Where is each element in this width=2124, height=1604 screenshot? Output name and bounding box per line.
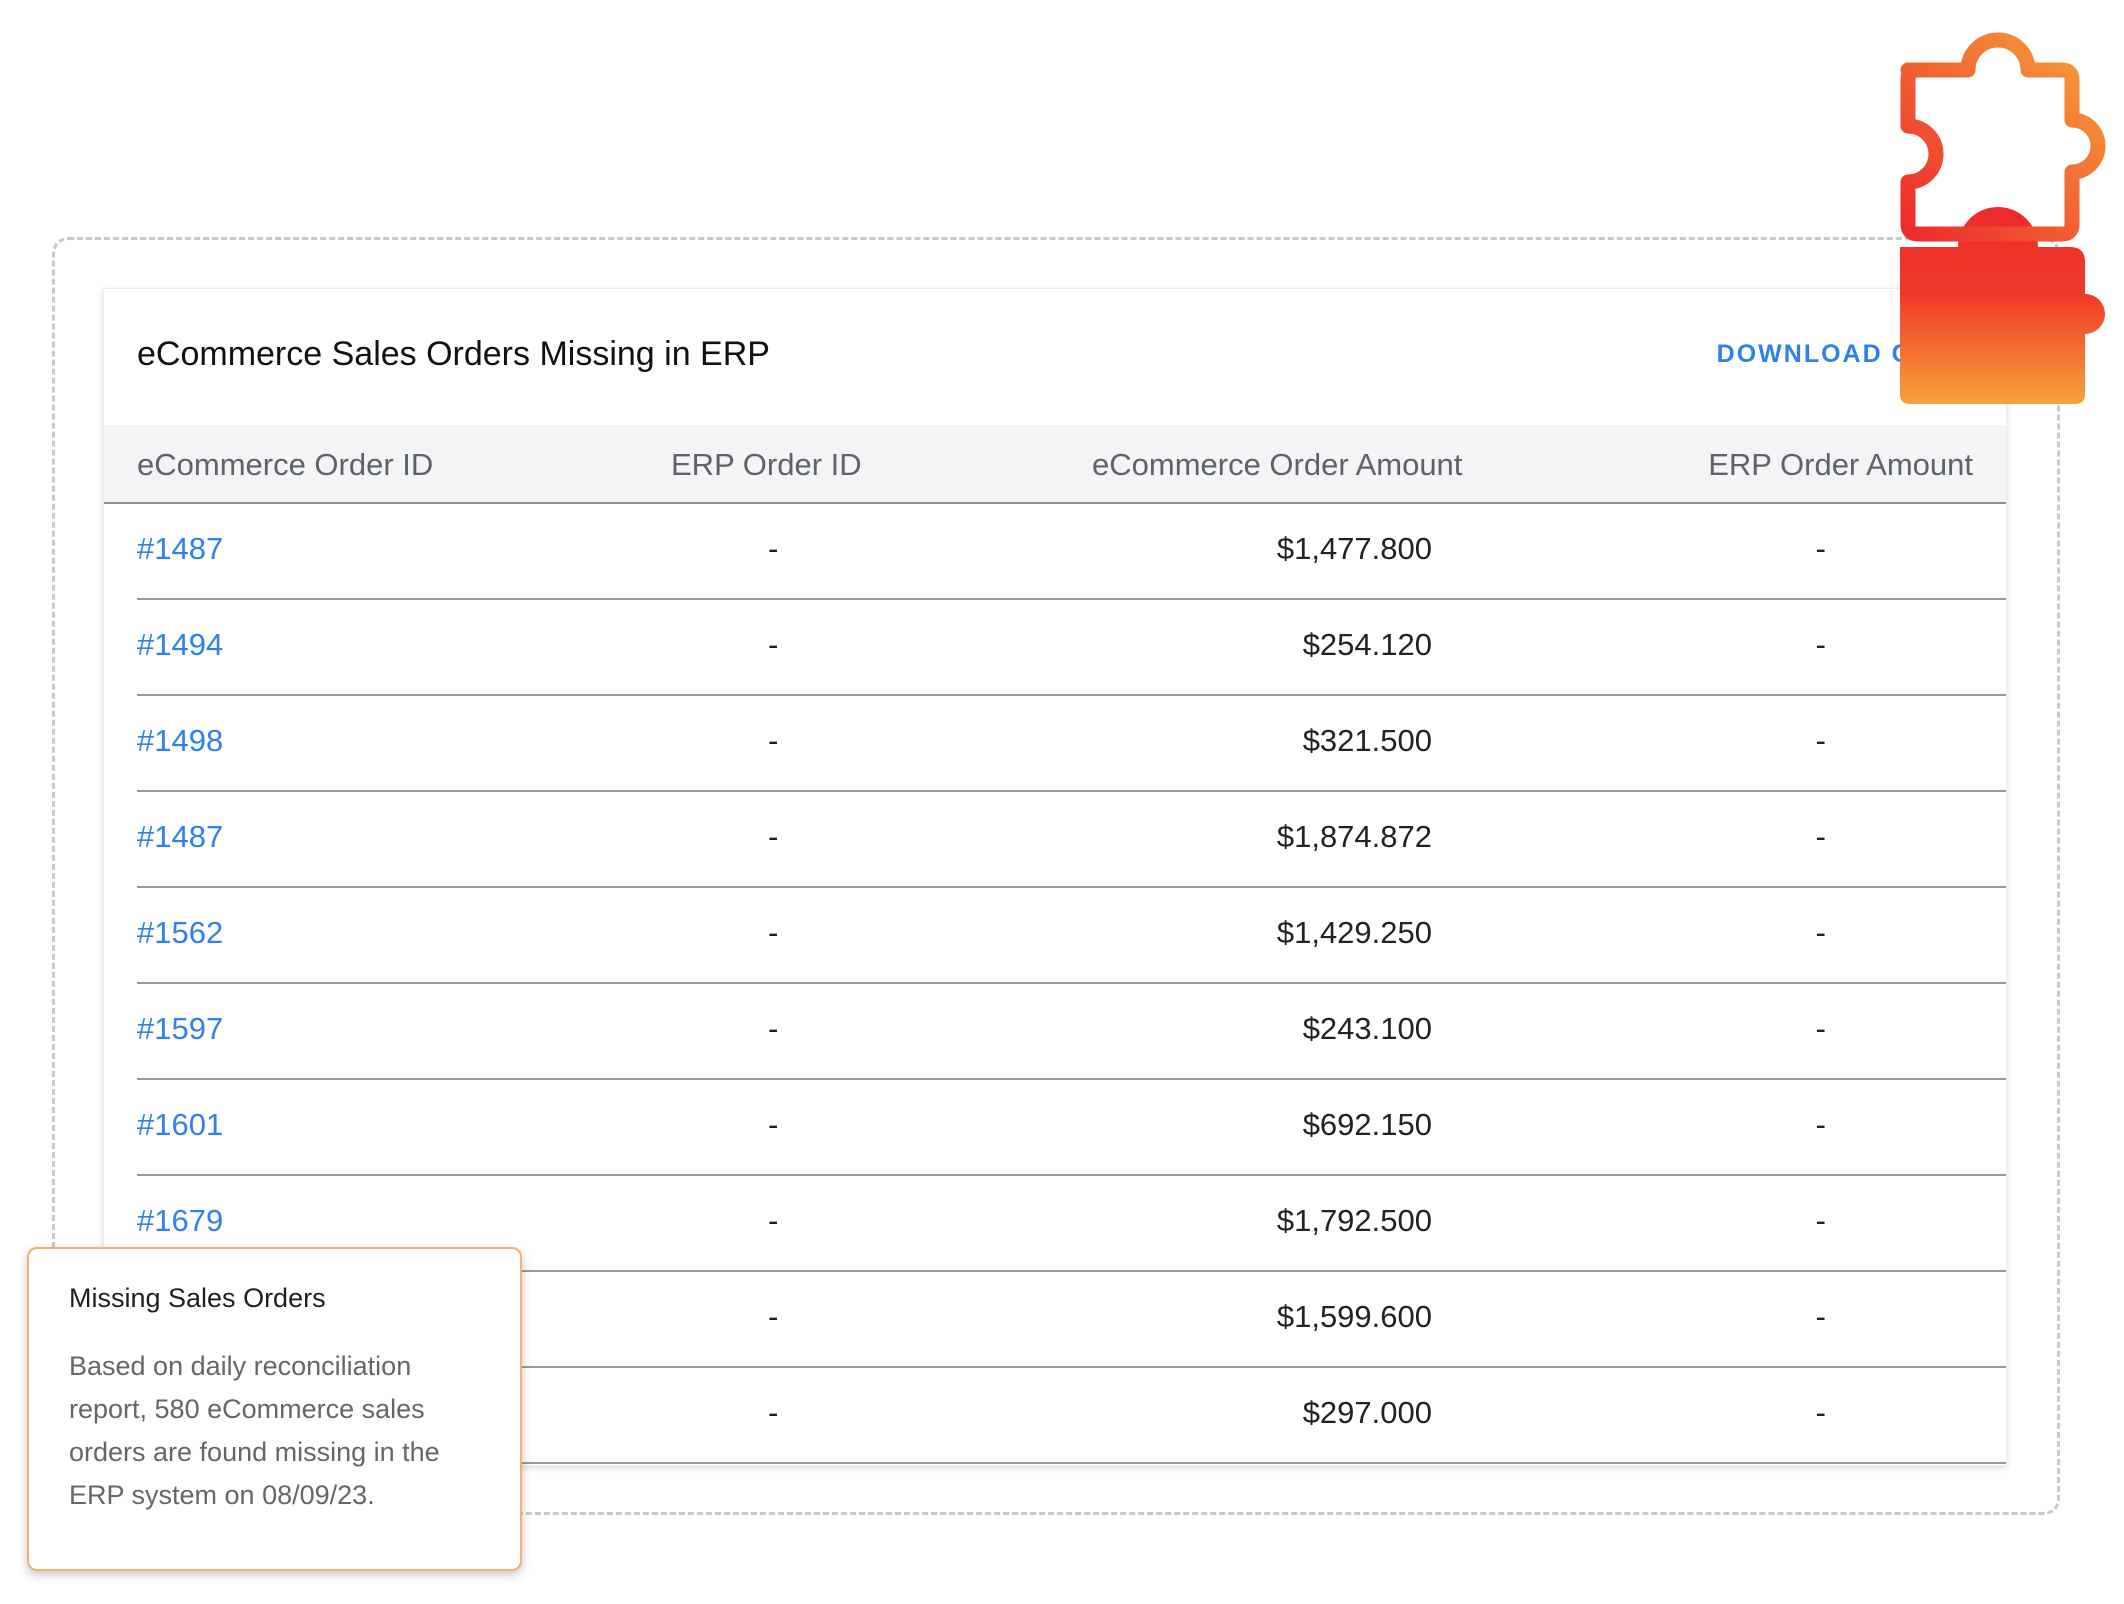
table-row[interactable]: #1487 - $1,874.872 -: [104, 792, 2006, 888]
table-row[interactable]: #1494 - $254.120 -: [104, 600, 2006, 696]
order-id-link[interactable]: #1487: [137, 531, 223, 567]
order-id-link[interactable]: #1597: [137, 1011, 223, 1047]
ecommerce-order-amount: $1,599.600: [1276, 1299, 1432, 1334]
ecommerce-order-amount: $243.100: [1302, 1011, 1432, 1046]
ecommerce-order-amount: $297.000: [1302, 1395, 1432, 1430]
missing-sales-orders-tooltip: Missing Sales Orders Based on daily reco…: [27, 1247, 522, 1571]
erp-order-id: -: [768, 819, 779, 854]
erp-order-id: -: [768, 627, 779, 662]
erp-order-amount: -: [1815, 627, 1826, 662]
order-id-link[interactable]: #1562: [137, 915, 223, 951]
erp-order-amount: -: [1815, 915, 1826, 950]
ecommerce-order-amount: $692.150: [1302, 1107, 1432, 1142]
puzzle-icon: [1880, 12, 2110, 408]
erp-order-amount: -: [1815, 723, 1826, 758]
table-row[interactable]: #1597 - $243.100 -: [104, 984, 2006, 1080]
erp-order-amount: -: [1815, 531, 1826, 566]
order-id-link[interactable]: #1601: [137, 1107, 223, 1143]
ecommerce-order-amount: $1,792.500: [1276, 1203, 1432, 1238]
erp-order-id: -: [768, 1011, 779, 1046]
ecommerce-order-amount: $1,874.872: [1276, 819, 1432, 854]
erp-order-id: -: [768, 915, 779, 950]
ecommerce-order-amount: $321.500: [1302, 723, 1432, 758]
ecommerce-order-amount: $1,429.250: [1276, 915, 1432, 950]
card-header: eCommerce Sales Orders Missing in ERP DO…: [104, 289, 2006, 425]
ecommerce-order-amount: $1,477.800: [1276, 531, 1432, 566]
erp-order-amount: -: [1815, 1107, 1826, 1142]
erp-order-amount: -: [1815, 1011, 1826, 1046]
order-id-link[interactable]: #1494: [137, 627, 223, 663]
tooltip-title: Missing Sales Orders: [69, 1283, 326, 1313]
table-row[interactable]: #1601 - $692.150 -: [104, 1080, 2006, 1176]
column-header-ecommerce-order-id[interactable]: eCommerce Order ID: [137, 447, 433, 483]
column-header-erp-order-id[interactable]: ERP Order ID: [671, 447, 862, 483]
order-id-link[interactable]: #1487: [137, 819, 223, 855]
erp-order-amount: -: [1815, 1203, 1826, 1238]
table-row[interactable]: #1562 - $1,429.250 -: [104, 888, 2006, 984]
column-header-ecommerce-order-amount[interactable]: eCommerce Order Amount: [1092, 447, 1462, 483]
ecommerce-order-amount: $254.120: [1302, 627, 1432, 662]
order-id-link[interactable]: #1498: [137, 723, 223, 759]
table-row[interactable]: #1487 - $1,477.800 -: [104, 504, 2006, 600]
erp-order-amount: -: [1815, 1299, 1826, 1334]
erp-order-id: -: [768, 531, 779, 566]
erp-order-amount: -: [1815, 819, 1826, 854]
erp-order-id: -: [768, 1395, 779, 1430]
erp-order-id: -: [768, 1203, 779, 1238]
column-header-erp-order-amount[interactable]: ERP Order Amount: [1708, 447, 1973, 483]
table-row[interactable]: #1498 - $321.500 -: [104, 696, 2006, 792]
tooltip-body: Based on daily reconciliation report, 58…: [69, 1351, 440, 1510]
erp-order-id: -: [768, 1299, 779, 1334]
table-header: eCommerce Order ID ERP Order ID eCommerc…: [104, 425, 2006, 504]
card-title: eCommerce Sales Orders Missing in ERP: [137, 335, 770, 373]
erp-order-id: -: [768, 1107, 779, 1142]
erp-order-id: -: [768, 723, 779, 758]
erp-order-amount: -: [1815, 1395, 1826, 1430]
order-id-link[interactable]: #1679: [137, 1203, 223, 1239]
